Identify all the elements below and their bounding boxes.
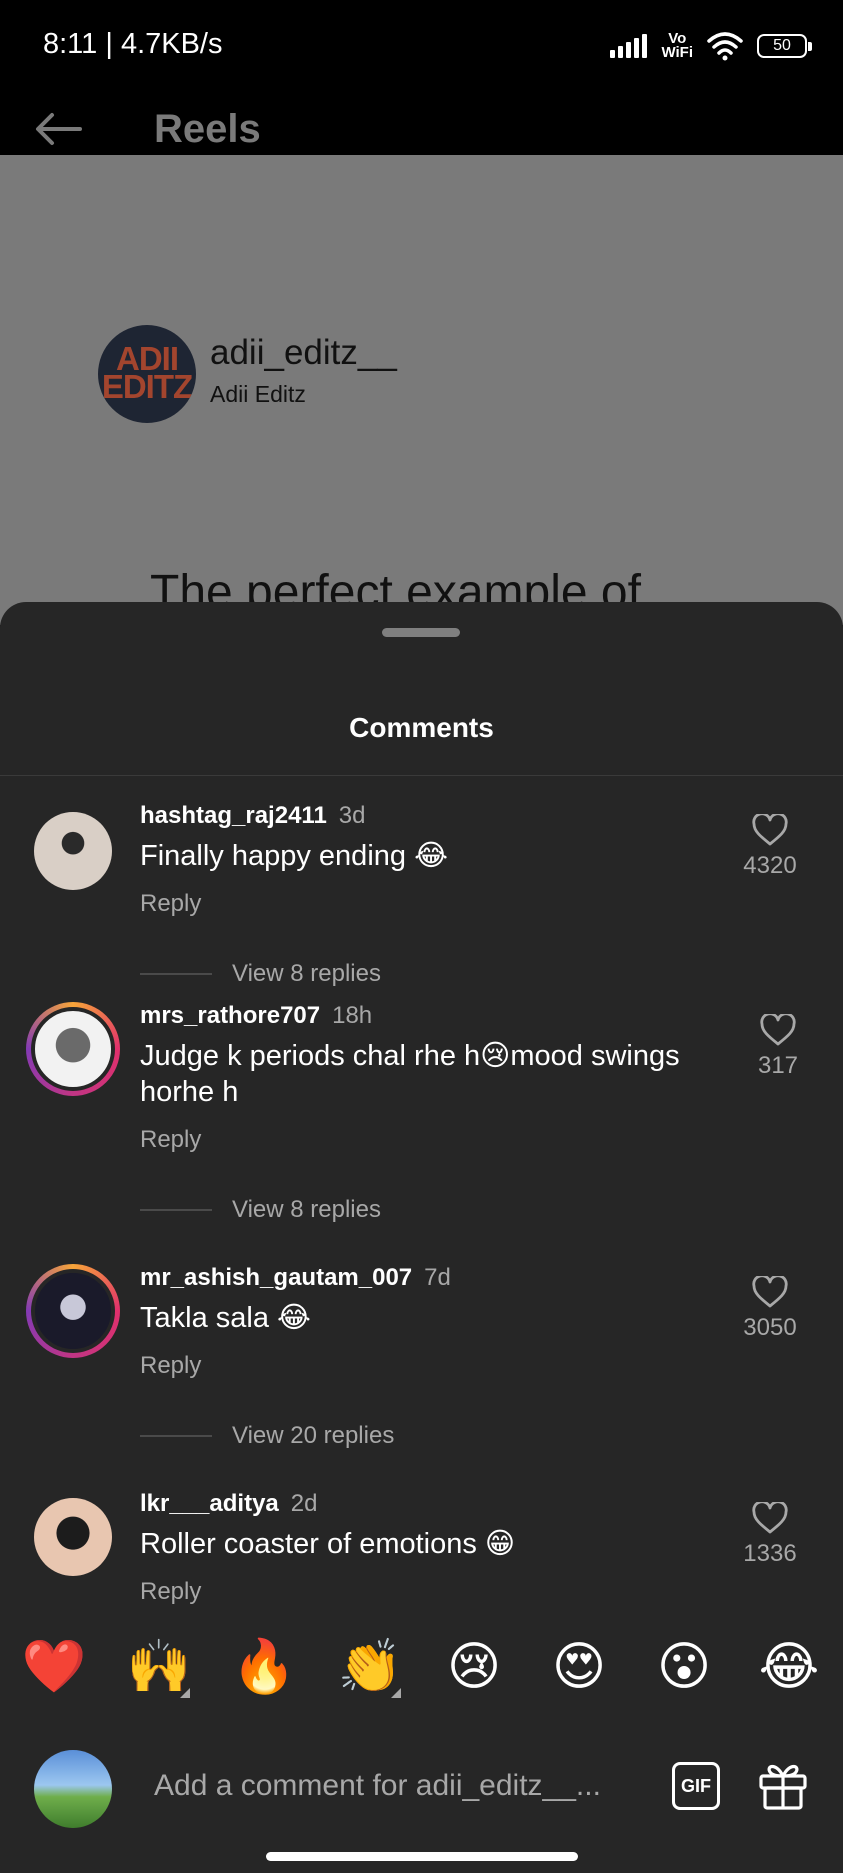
view-replies-button[interactable]: View 8 replies [140, 1196, 381, 1224]
emoji-glyph: 😂 [758, 1637, 820, 1697]
emoji-glyph: 😮 [656, 1637, 712, 1697]
like-count: 3050 [743, 1314, 797, 1341]
skin-tone-indicator-icon [180, 1688, 190, 1698]
emoji-raised-hands[interactable]: 🙌 [124, 1632, 194, 1702]
comment-username[interactable]: hashtag_raj2411 3d [140, 802, 366, 830]
status-time: 8:11 | 4.7KB/s [43, 28, 223, 60]
page-title: Reels [154, 107, 261, 151]
comment-username-text[interactable]: mrs_rathore707 [140, 1002, 320, 1029]
comment-username[interactable]: mr_ashish_gautam_007 7d [140, 1264, 451, 1292]
divider [140, 1209, 212, 1211]
reply-button[interactable]: Reply [140, 890, 201, 918]
skin-tone-indicator-icon [391, 1688, 401, 1698]
emoji-laughing[interactable]: 😂 [754, 1632, 824, 1702]
like-button[interactable]: 3050 [730, 1276, 810, 1342]
commenter-avatar[interactable] [34, 1498, 112, 1576]
view-replies-button[interactable]: View 8 replies [140, 960, 381, 988]
comments-list[interactable]: hashtag_raj2411 3d Finally happy ending 😂… [0, 776, 843, 1622]
commenter-avatar[interactable] [34, 812, 112, 890]
cell-signal-icon [610, 34, 648, 58]
comment-username[interactable]: mrs_rathore707 18h [140, 1002, 372, 1030]
heart-icon [752, 1502, 788, 1534]
my-avatar [34, 1750, 112, 1828]
sheet-title: Comments [349, 712, 494, 743]
sheet-drag-handle[interactable] [382, 628, 460, 637]
emoji-surprised[interactable]: 😮 [649, 1632, 719, 1702]
commenter-avatar[interactable] [26, 1264, 120, 1358]
emoji-glyph: 🔥 [231, 1637, 297, 1697]
emoji-glyph: 😢 [446, 1637, 502, 1697]
emoji-fire[interactable]: 🔥 [229, 1632, 299, 1702]
top-bar: Reels [0, 95, 843, 155]
battery-level: 50 [773, 37, 791, 54]
status-bar: 8:11 | 4.7KB/s Vo WiFi 50 [0, 0, 843, 95]
emoji-clap[interactable]: 👏 [335, 1632, 405, 1702]
comment-time: 7d [424, 1264, 451, 1291]
comment-text: Roller coaster of emotions 😁 [140, 1528, 516, 1560]
comment-username-text[interactable]: lkr___aditya [140, 1490, 279, 1517]
back-arrow-icon[interactable] [34, 111, 84, 147]
heart-icon [752, 1276, 788, 1308]
view-replies-text[interactable]: View 20 replies [232, 1422, 394, 1450]
view-replies-text[interactable]: View 8 replies [232, 1196, 381, 1224]
view-replies-button[interactable]: View 20 replies [140, 1422, 394, 1450]
heart-icon [760, 1014, 796, 1046]
like-button[interactable]: 1336 [730, 1502, 810, 1568]
like-button[interactable]: 317 [738, 1014, 818, 1080]
status-icons: Vo WiFi 50 [610, 26, 812, 66]
comment-composer: GIF [0, 1740, 843, 1830]
comments-sheet: Comments hashtag_raj2411 3d Finally happy… [0, 602, 843, 1873]
vowifi-label: Vo WiFi [661, 30, 693, 61]
comment-text: Takla sala 😂 [140, 1302, 311, 1334]
home-indicator[interactable] [266, 1852, 578, 1861]
comment-time: 18h [332, 1002, 373, 1029]
like-button[interactable]: 4320 [730, 814, 810, 880]
divider [140, 973, 212, 975]
divider [140, 1435, 212, 1437]
emoji-cry[interactable]: 😢 [439, 1632, 509, 1702]
comment-username-text[interactable]: mr_ashish_gautam_007 [140, 1264, 412, 1291]
reply-button[interactable]: Reply [140, 1126, 201, 1154]
view-replies-text[interactable]: View 8 replies [232, 960, 381, 988]
comment-username-text[interactable]: hashtag_raj2411 [140, 802, 327, 829]
emoji-glyph: 😍 [551, 1637, 607, 1697]
creator-name: Adii Editz [210, 381, 306, 407]
comment-text: Judge k periods chal rhe h😢mood swings h… [140, 1040, 680, 1108]
creator-avatar[interactable]: ADII EDITZ [98, 325, 196, 423]
wifi-icon [707, 32, 743, 61]
comment-username[interactable]: lkr___aditya 2d [140, 1490, 317, 1518]
avatar-image [31, 1007, 115, 1091]
comment-input[interactable] [154, 1764, 614, 1808]
emoji-glyph: ❤️ [21, 1637, 87, 1697]
comment-time: 3d [338, 802, 366, 829]
like-count: 317 [757, 1052, 799, 1079]
comment-text: Finally happy ending 😂 [140, 840, 448, 872]
gif-button[interactable]: GIF [672, 1762, 720, 1810]
reply-button[interactable]: Reply [140, 1352, 201, 1380]
emoji-heart[interactable]: ❤️ [19, 1632, 89, 1702]
reel-background: ADII EDITZ adii_editz__ Adii Editz The p… [0, 155, 843, 625]
battery-icon: 50 [757, 34, 812, 58]
gift-icon[interactable] [756, 1758, 810, 1812]
like-count: 1336 [743, 1540, 797, 1567]
comment-time: 2d [290, 1490, 318, 1517]
like-count: 4320 [743, 852, 797, 879]
emoji-quick-bar: ❤️ 🙌 🔥 👏 😢 😍 😮 😂 [0, 1632, 843, 1712]
commenter-avatar[interactable] [26, 1002, 120, 1096]
emoji-heart-eyes[interactable]: 😍 [544, 1632, 614, 1702]
creator-handle[interactable]: adii_editz__ [210, 333, 397, 373]
heart-icon [752, 814, 788, 846]
reply-button[interactable]: Reply [140, 1578, 201, 1606]
avatar-image [31, 1269, 115, 1353]
creator-logo: ADII EDITZ [101, 340, 193, 405]
